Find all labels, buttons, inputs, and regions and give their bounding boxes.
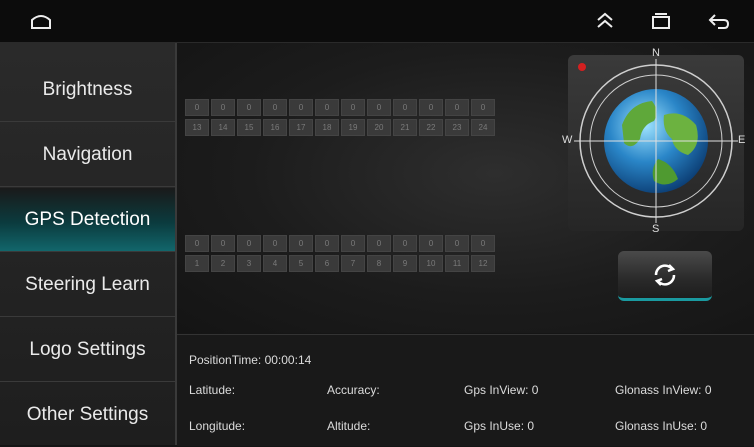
satellite-id: 17: [289, 119, 313, 136]
satellite-signal-value: 0: [263, 235, 287, 252]
gps-info-panel: PositionTime: 00:00:14 Latitude: Longitu…: [177, 334, 754, 446]
longitude-label: Longitude:: [189, 419, 246, 433]
satellite-signal-value: 0: [393, 235, 417, 252]
satellite-id: 14: [211, 119, 235, 136]
satellite-signal-value: 0: [341, 235, 365, 252]
satellite-signal-value: 0: [367, 235, 391, 252]
sidebar-item-label: Brightness: [42, 78, 133, 100]
refresh-button[interactable]: [618, 251, 712, 301]
satellite-signal-value: 0: [393, 99, 417, 116]
satellite-signal-value: 0: [445, 235, 469, 252]
satellite-id: 2: [211, 255, 235, 272]
compass-south-label: S: [652, 223, 660, 235]
satellite-signal-value: 0: [263, 99, 287, 116]
system-bar: [0, 0, 754, 43]
satellite-id: 19: [341, 119, 365, 136]
sidebar-item-label: GPS Detection: [24, 208, 151, 230]
compass-west-label: W: [562, 134, 573, 146]
satellite-id: 11: [445, 255, 469, 272]
settings-sidebar: Brightness Navigation GPS Detection Stee…: [0, 43, 177, 445]
satellite-signal-value: 0: [289, 235, 313, 252]
satellite-signal-grid-lower: 0 0 0 0 0 0 0 0 0 0 0 0 1 2 3 4 5 6 7 8 9 10 11 12: [185, 235, 495, 272]
sidebar-item-label: Logo Settings: [29, 338, 146, 360]
gps-inview-label: Gps InView: 0: [464, 383, 539, 397]
globe-icon: [574, 59, 738, 223]
satellite-id: 18: [315, 119, 339, 136]
satellite-signal-value: 0: [185, 235, 209, 252]
satellite-signal-value: 0: [237, 235, 261, 252]
position-time: PositionTime: 00:00:14: [189, 353, 312, 367]
double-chevron-up-icon[interactable]: [592, 8, 618, 34]
sidebar-item-other-settings[interactable]: Other Settings: [0, 383, 175, 447]
satellite-id: 3: [237, 255, 261, 272]
satellite-signal-value: 0: [445, 99, 469, 116]
satellite-signal-grid-upper: 0 0 0 0 0 0 0 0 0 0 0 0 13 14 15 16 17 18 19 20 21 22 23 24: [185, 99, 495, 136]
satellite-id: 4: [263, 255, 287, 272]
satellite-id: 12: [471, 255, 495, 272]
glonass-inview-label: Glonass InView: 0: [615, 383, 712, 397]
satellite-id: 1: [185, 255, 209, 272]
satellite-id: 15: [237, 119, 261, 136]
satellite-signal-value: 0: [419, 235, 443, 252]
altitude-label: Altitude:: [327, 419, 371, 433]
accuracy-label: Accuracy:: [327, 383, 380, 397]
satellite-id: 23: [445, 119, 469, 136]
gps-inuse-label: Gps InUse: 0: [464, 419, 535, 433]
satellite-signal-value: 0: [471, 99, 495, 116]
latitude-label: Latitude:: [189, 383, 236, 397]
sidebar-item-label: Other Settings: [26, 404, 149, 425]
satellite-id: 20: [367, 119, 391, 136]
satellite-signal-value: 0: [289, 99, 313, 116]
sidebar-item-label: Navigation: [42, 143, 133, 165]
satellite-id: 6: [315, 255, 339, 272]
sidebar-item-steering-learn[interactable]: Steering Learn: [0, 253, 175, 317]
satellite-signal-value: 0: [471, 235, 495, 252]
back-arrow-icon[interactable]: [706, 8, 732, 34]
home-icon[interactable]: [28, 8, 54, 34]
satellite-id: 10: [419, 255, 443, 272]
satellite-id: 7: [341, 255, 365, 272]
satellite-id: 22: [419, 119, 443, 136]
satellite-signal-value: 0: [341, 99, 365, 116]
sidebar-item-navigation[interactable]: Navigation: [0, 123, 175, 187]
sidebar-item-brightness[interactable]: Brightness: [0, 58, 175, 122]
satellite-id: 8: [367, 255, 391, 272]
satellite-signal-value: 0: [211, 235, 235, 252]
satellite-signal-value: 0: [185, 99, 209, 116]
compass-globe: N S W E: [562, 47, 746, 235]
gps-detection-panel: 0 0 0 0 0 0 0 0 0 0 0 0 13 14 15 16 17 18 19 20 21 22 23 24 000…: [177, 43, 754, 333]
satellite-signal-value: 0: [367, 99, 391, 116]
refresh-icon: [654, 263, 676, 286]
sidebar-item-label: Steering Learn: [25, 273, 150, 295]
satellite-id: 21: [393, 119, 417, 136]
sidebar-item-logo-settings[interactable]: Logo Settings: [0, 318, 175, 382]
compass-east-label: E: [738, 134, 746, 146]
satellite-signal-value: 0: [211, 99, 235, 116]
sidebar-item-gps-detection[interactable]: GPS Detection: [0, 188, 175, 252]
satellite-id: 13: [185, 119, 209, 136]
satellite-signal-value: 0: [315, 235, 339, 252]
recent-apps-icon[interactable]: [648, 8, 674, 34]
satellite-id: 24: [471, 119, 495, 136]
compass-north-label: N: [652, 47, 660, 59]
satellite-signal-value: 0: [419, 99, 443, 116]
glonass-inuse-label: Glonass InUse: 0: [615, 419, 708, 433]
satellite-id: 16: [263, 119, 287, 136]
satellite-id: 9: [393, 255, 417, 272]
satellite-signal-value: 0: [315, 99, 339, 116]
satellite-id: 5: [289, 255, 313, 272]
satellite-signal-value: 0: [237, 99, 261, 116]
